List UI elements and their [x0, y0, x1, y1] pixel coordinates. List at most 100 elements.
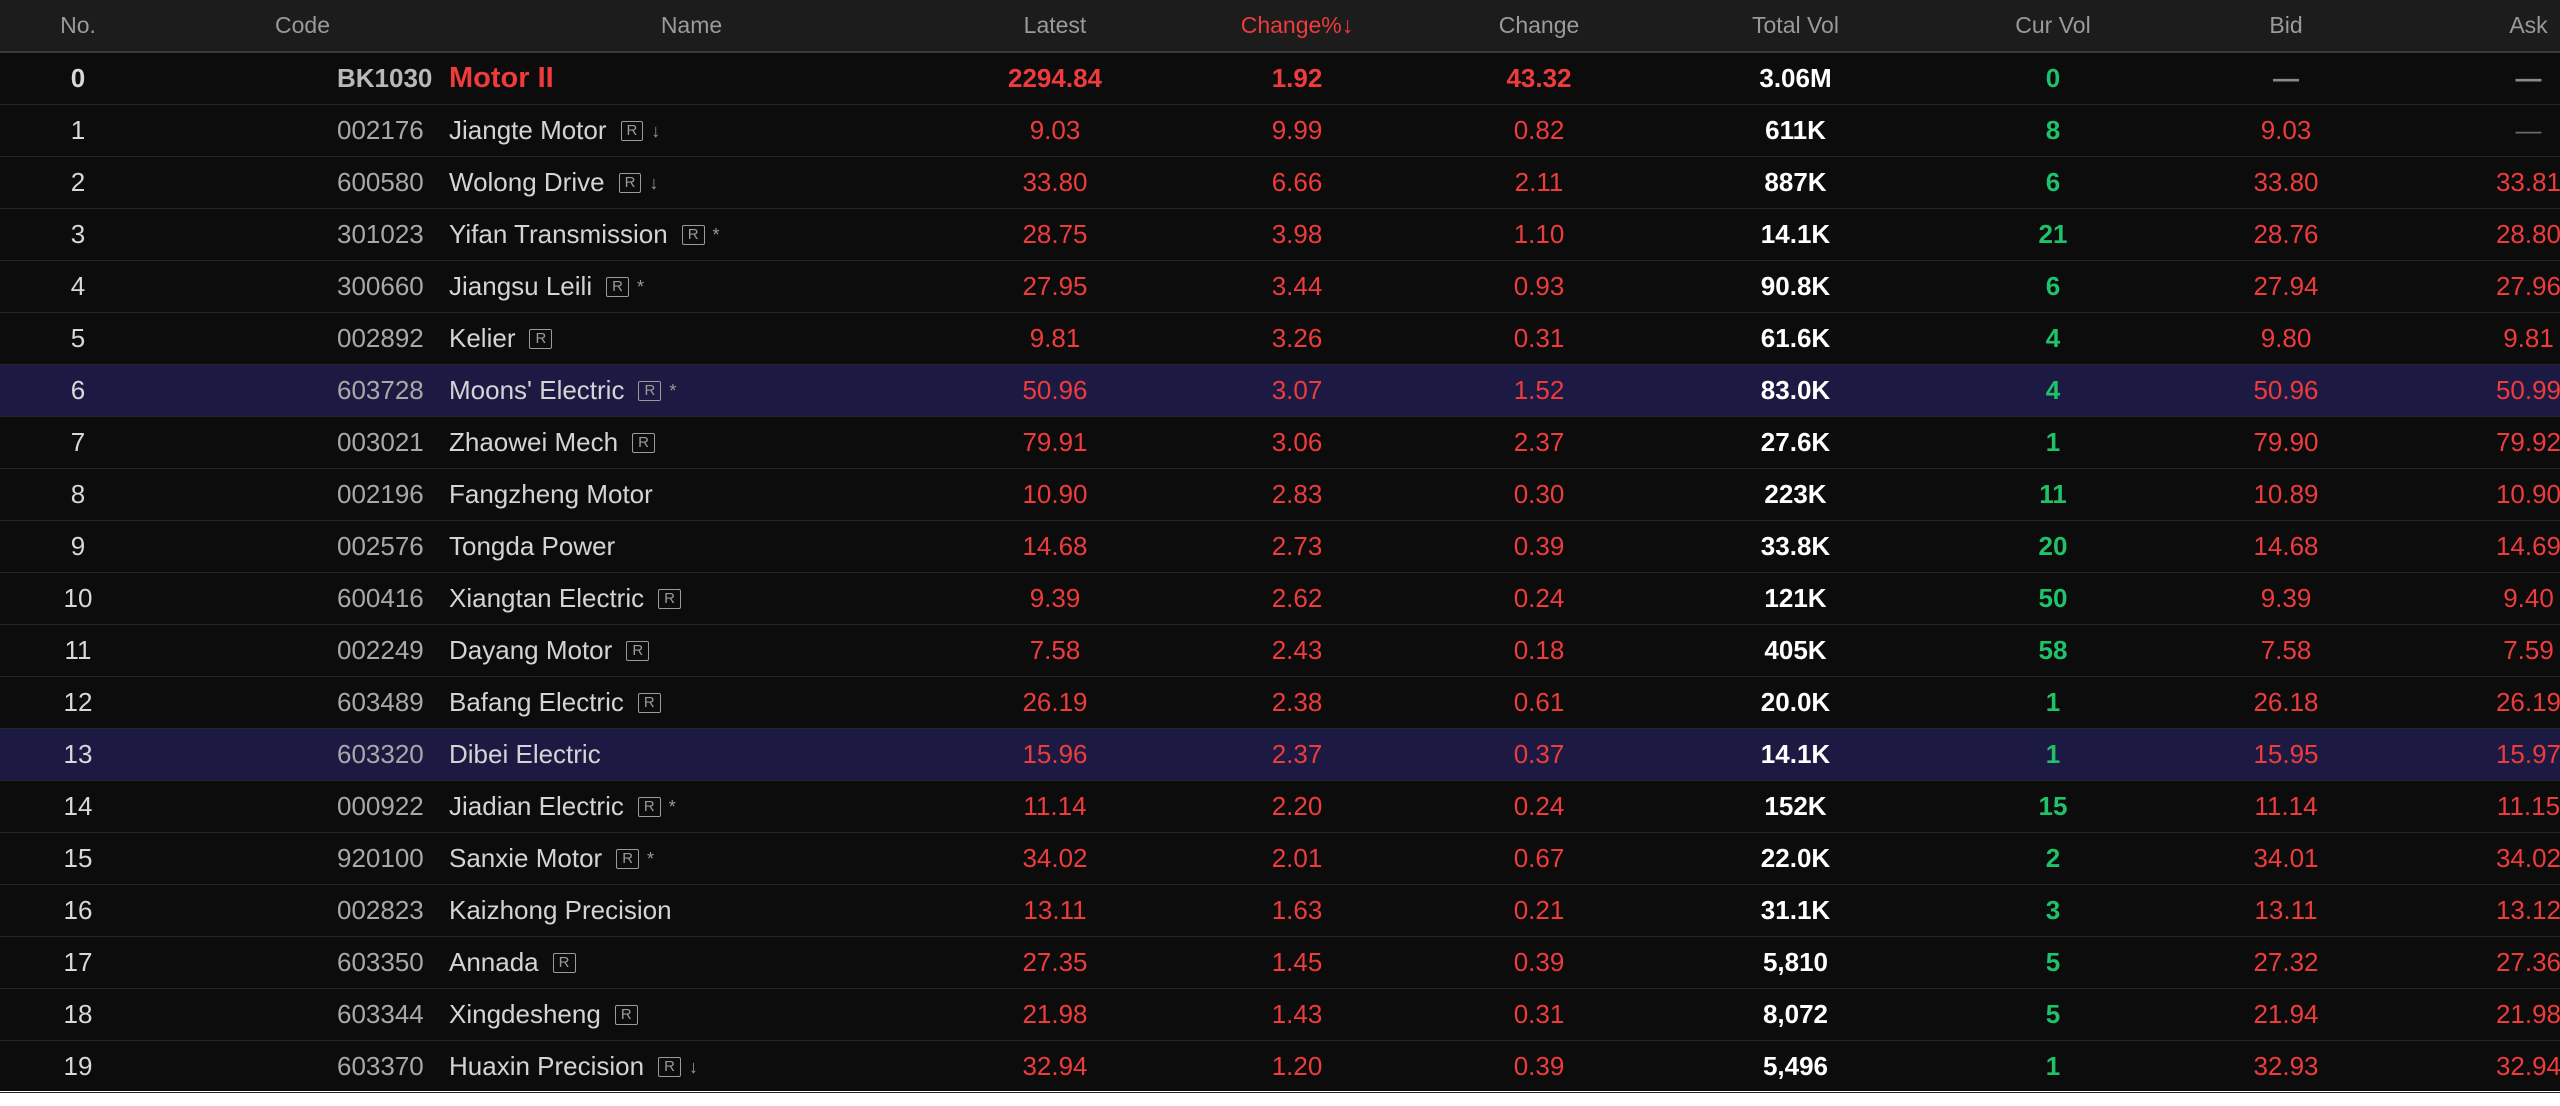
ask-price: 26.19 [2495, 686, 2560, 717]
table-row[interactable]: 15 920100 Sanxie Motor R * 34.02 2.01 0.67 22.0K… [0, 832, 2560, 884]
table-row[interactable]: 1 002176 Jiangte Motor R ↓ 9.03 9.99 0.82 611K 8 9… [0, 104, 2560, 156]
current-volume: 21 [2038, 218, 2068, 249]
table-row[interactable]: 4 300660 Jiangsu Leili R * 27.95 3.44 0.93 90.8K… [0, 260, 2560, 312]
margin-trading-badge: R [658, 588, 681, 609]
margin-trading-badge: R [637, 796, 661, 817]
ask-price: 32.94 [2495, 1050, 2560, 1081]
stock-name-cell[interactable]: Fangzheng Motor [449, 468, 934, 520]
table-row[interactable]: 18 603344 Xingdesheng R 21.98 1.43 0.31 8,072 5 2… [0, 988, 2560, 1040]
table-row[interactable]: 19 603370 Huaxin Precision R ↓ 32.94 1.20 0.39 5… [0, 1040, 2560, 1092]
down-arrow-icon: ↓ [688, 1057, 698, 1078]
stock-name: Jiangsu Leili [449, 270, 593, 301]
column-header-no[interactable]: No. [0, 0, 156, 53]
total-volume: 14.1K [1760, 738, 1831, 769]
stock-code: 920100 [337, 842, 424, 873]
stock-name-cell[interactable]: Huaxin Precision R ↓ [449, 1040, 934, 1092]
stock-name-cell[interactable]: Wolong Drive R ↓ [449, 156, 934, 208]
current-volume: 1 [2045, 1050, 2061, 1081]
bid-price: 27.94 [2253, 270, 2319, 301]
stock-name: Sanxie Motor [449, 842, 603, 873]
stock-name-cell[interactable]: Motor II [449, 52, 934, 104]
column-header-total-vol[interactable]: Total Vol [1660, 0, 1931, 53]
stock-name-cell[interactable]: Jiadian Electric R * [449, 780, 934, 832]
stock-name-cell[interactable]: Tongda Power [449, 520, 934, 572]
current-volume: 20 [2038, 530, 2068, 561]
stock-name-cell[interactable]: Jiangte Motor R ↓ [449, 104, 934, 156]
row-number: 14 [63, 790, 93, 821]
table-row[interactable]: 10 600416 Xiangtan Electric R 9.39 2.62 0.24 12… [0, 572, 2560, 624]
change-amount: 0.31 [1513, 322, 1565, 353]
table-row[interactable]: 5 002892 Kelier R 9.81 3.26 0.31 61.6K 4 9.80 9.81 [0, 312, 2560, 364]
stock-name: Motor II [449, 61, 554, 94]
stock-code: 600580 [337, 166, 424, 197]
table-row[interactable]: 8 002196 Fangzheng Motor 10.90 2.83 0.30 223K 1… [0, 468, 2560, 520]
table-row[interactable]: 13 603320 Dibei Electric 15.96 2.37 0.37 14.1K… [0, 728, 2560, 780]
ask-price: 34.02 [2495, 842, 2560, 873]
table-row[interactable]: 6 603728 Moons' Electric R * 50.96 3.07 1.52 83.… [0, 364, 2560, 416]
column-header-change[interactable]: Change [1418, 0, 1660, 53]
latest-price: 7.58 [1029, 634, 1081, 665]
table-row[interactable]: 11 002249 Dayang Motor R 7.58 2.43 0.18 405K 58 7… [0, 624, 2560, 676]
current-volume: 58 [2038, 634, 2068, 665]
stock-name-cell[interactable]: Dibei Electric [449, 728, 934, 780]
column-header-cur-vol[interactable]: Cur Vol [1931, 0, 2175, 53]
table-row[interactable]: 9 002576 Tongda Power 14.68 2.73 0.39 33.8K 20 1… [0, 520, 2560, 572]
table-row[interactable]: 17 603350 Annada R 27.35 1.45 0.39 5,810 5 27.32 2… [0, 936, 2560, 988]
stock-name-cell[interactable]: Kaizhong Precision [449, 884, 934, 936]
stock-name-cell[interactable]: Sanxie Motor R * [449, 832, 934, 884]
ask-price: 14.69 [2495, 530, 2560, 561]
down-arrow-icon: ↓ [651, 121, 661, 142]
stock-name-cell[interactable]: Moons' Electric R * [449, 364, 934, 416]
change-amount: 0.18 [1513, 634, 1565, 665]
stock-name-cell[interactable]: Xiangtan Electric R [449, 572, 934, 624]
table-row[interactable]: 12 603489 Bafang Electric R 26.19 2.38 0.61 20.… [0, 676, 2560, 728]
latest-price: 33.80 [1022, 166, 1088, 197]
bid-price: 34.01 [2253, 842, 2319, 873]
column-header-change-pct[interactable]: Change%↓ [1176, 0, 1418, 53]
sector-index-row[interactable]: 0 BK1030 Motor II 2294.84 1.92 43.32 3.06M 0 — — [0, 52, 2560, 104]
current-volume: 1 [2045, 426, 2061, 457]
table-row[interactable]: 3 301023 Yifan Transmission R * 28.75 3.98 1.10… [0, 208, 2560, 260]
column-header-name[interactable]: Name [449, 0, 934, 53]
table-row[interactable]: 16 002823 Kaizhong Precision 13.11 1.63 0.21 3… [0, 884, 2560, 936]
table-row[interactable]: 14 000922 Jiadian Electric R * 11.14 2.20 0.24 1… [0, 780, 2560, 832]
change-amount: 0.24 [1513, 582, 1565, 613]
stock-name-cell[interactable]: Dayang Motor R [449, 624, 934, 676]
column-header-code[interactable]: Code [156, 0, 449, 53]
change-amount: 43.32 [1506, 62, 1572, 93]
change-percent: 3.06 [1271, 426, 1323, 457]
total-volume: 83.0K [1760, 374, 1831, 405]
stock-name-cell[interactable]: Zhaowei Mech R [449, 416, 934, 468]
stock-name-cell[interactable]: Xingdesheng R [449, 988, 934, 1040]
table-row[interactable]: 7 003021 Zhaowei Mech R 79.91 3.06 2.37 27.6K 1 7… [0, 416, 2560, 468]
stock-name-cell[interactable]: Kelier R [449, 312, 934, 364]
total-volume: 887K [1764, 166, 1827, 197]
stock-name-cell[interactable]: Jiangsu Leili R * [449, 260, 934, 312]
current-volume: 11 [2039, 478, 2067, 509]
change-amount: 0.82 [1513, 114, 1565, 145]
total-volume: 121K [1764, 582, 1827, 613]
change-percent: 6.66 [1271, 166, 1323, 197]
stock-name-cell[interactable]: Annada R [449, 936, 934, 988]
latest-price: 9.39 [1029, 582, 1081, 613]
change-amount: 2.11 [1514, 166, 1564, 197]
column-header-bid[interactable]: Bid [2175, 0, 2397, 53]
stock-name-cell[interactable]: Yifan Transmission R * [449, 208, 934, 260]
latest-price: 10.90 [1022, 478, 1088, 509]
column-header-ask[interactable]: Ask [2397, 0, 2560, 53]
total-volume: 3.06M [1759, 62, 1832, 93]
column-header-latest[interactable]: Latest [934, 0, 1176, 53]
stock-code: 603350 [337, 946, 424, 977]
row-number: 6 [70, 374, 86, 405]
latest-price: 28.75 [1022, 218, 1088, 249]
bid-price: 7.58 [2260, 634, 2312, 665]
latest-price: 26.19 [1022, 686, 1088, 717]
ask-price: 10.90 [2495, 478, 2560, 509]
row-number: 0 [70, 62, 86, 93]
ask-price: 21.98 [2495, 998, 2560, 1029]
total-volume: 31.1K [1760, 894, 1831, 925]
stock-name-cell[interactable]: Bafang Electric R [449, 676, 934, 728]
current-volume: 1 [2045, 686, 2061, 717]
current-volume: 2 [2045, 842, 2061, 873]
table-row[interactable]: 2 600580 Wolong Drive R ↓ 33.80 6.66 2.11 887K 6 3… [0, 156, 2560, 208]
